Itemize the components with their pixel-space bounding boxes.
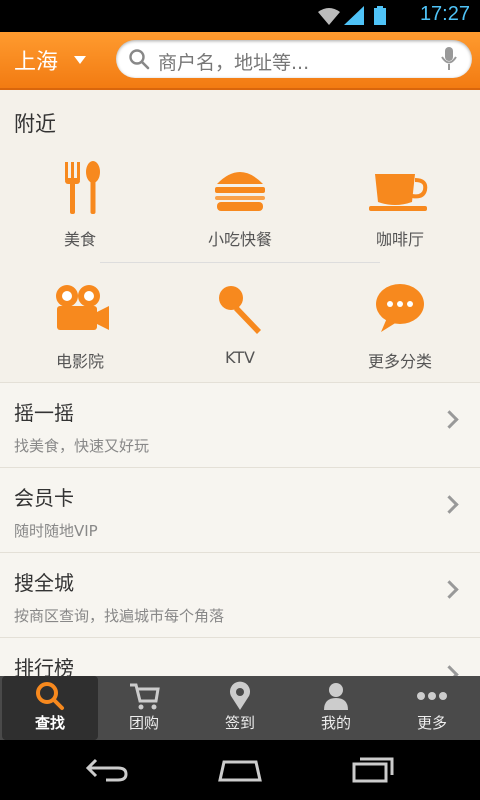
bottom-tab-bar: 查找 团购 签到 我的 更多 [0, 676, 480, 740]
list-item-subtitle: 按商区查询，找遍城市每个角落 [14, 607, 225, 625]
home-icon[interactable] [216, 754, 264, 784]
app-header: 上海 商户名，地址等... [0, 32, 480, 90]
recent-apps-icon[interactable] [350, 754, 398, 784]
category-label: 小吃快餐 [207, 230, 272, 249]
burger-icon [215, 172, 265, 211]
search-icon [36, 682, 64, 710]
category-label: 咖啡厅 [375, 230, 424, 249]
tab-check-in[interactable]: 签到 [192, 676, 288, 740]
tab-label: 我的 [320, 714, 351, 732]
tab-label: 团购 [128, 714, 159, 732]
tab-label: 更多 [416, 714, 447, 732]
chevron-right-icon [440, 580, 459, 599]
signal-icon [344, 6, 364, 25]
status-icons [318, 6, 386, 25]
category-cinema[interactable]: 电影院 [0, 280, 160, 372]
chevron-right-icon [440, 495, 459, 514]
fork-spoon-icon [65, 161, 100, 214]
more-dots-icon [417, 692, 447, 700]
search-input[interactable]: 商户名，地址等... [116, 40, 472, 78]
status-bar: 17:27 [0, 0, 480, 32]
back-icon[interactable] [84, 754, 130, 784]
category-cafe[interactable]: 咖啡厅 [320, 158, 480, 250]
tab-mine[interactable]: 我的 [288, 676, 384, 740]
list-item-ranking[interactable]: 排行榜 [0, 637, 480, 676]
system-nav-bar [0, 740, 480, 800]
list-item-member-card[interactable]: 会员卡 随时随地VIP [0, 467, 480, 552]
category-more[interactable]: 更多分类 [320, 280, 480, 372]
list-item-title: 会员卡 [14, 486, 74, 510]
tab-label: 签到 [224, 714, 255, 732]
cart-icon [130, 683, 160, 710]
list-item-title: 摇一摇 [14, 401, 74, 425]
list-item-title: 搜全城 [14, 571, 74, 595]
person-icon [324, 683, 348, 710]
tab-search[interactable]: 查找 [2, 676, 98, 740]
category-label: 电影院 [55, 352, 104, 371]
movie-camera-icon [56, 285, 109, 330]
battery-icon [374, 8, 386, 25]
status-time: 17:27 [419, 3, 470, 25]
chevron-down-icon[interactable] [74, 56, 86, 64]
divider [100, 262, 380, 263]
tab-group-buy[interactable]: 团购 [96, 676, 192, 740]
list-item-city-search[interactable]: 搜全城 按商区查询，找遍城市每个角落 [0, 552, 480, 637]
tab-label: 查找 [34, 714, 65, 732]
category-label: 更多分类 [367, 352, 432, 371]
category-ktv[interactable]: KTV [160, 280, 320, 367]
list-item-shake[interactable]: 摇一摇 找美食，快速又好玩 [0, 382, 480, 467]
list-item-subtitle: 随时随地VIP [14, 522, 98, 540]
tab-more[interactable]: 更多 [384, 676, 480, 740]
list-item-title: 排行榜 [14, 656, 74, 676]
category-label: KTV [225, 348, 255, 367]
microphone-icon [219, 286, 261, 334]
search-icon [129, 49, 150, 70]
city-selector[interactable]: 上海 [14, 44, 58, 76]
wifi-icon [318, 8, 340, 25]
microphone-icon[interactable] [440, 46, 458, 72]
more-bubble-icon [376, 284, 424, 332]
main-content: 附近 美食 小吃快餐 咖啡厅 电影院 KTV 更多分类 摇一摇 找美食，快速又好… [0, 90, 480, 676]
coffee-cup-icon [369, 174, 428, 211]
category-food[interactable]: 美食 [0, 158, 160, 250]
search-placeholder: 商户名，地址等... [158, 52, 310, 74]
list-item-subtitle: 找美食，快速又好玩 [14, 437, 150, 455]
section-title-nearby: 附近 [14, 112, 56, 136]
category-snack[interactable]: 小吃快餐 [160, 158, 320, 250]
chevron-right-icon [440, 410, 459, 429]
chevron-right-icon [440, 665, 459, 676]
category-label: 美食 [63, 230, 96, 249]
location-pin-icon [230, 681, 250, 710]
